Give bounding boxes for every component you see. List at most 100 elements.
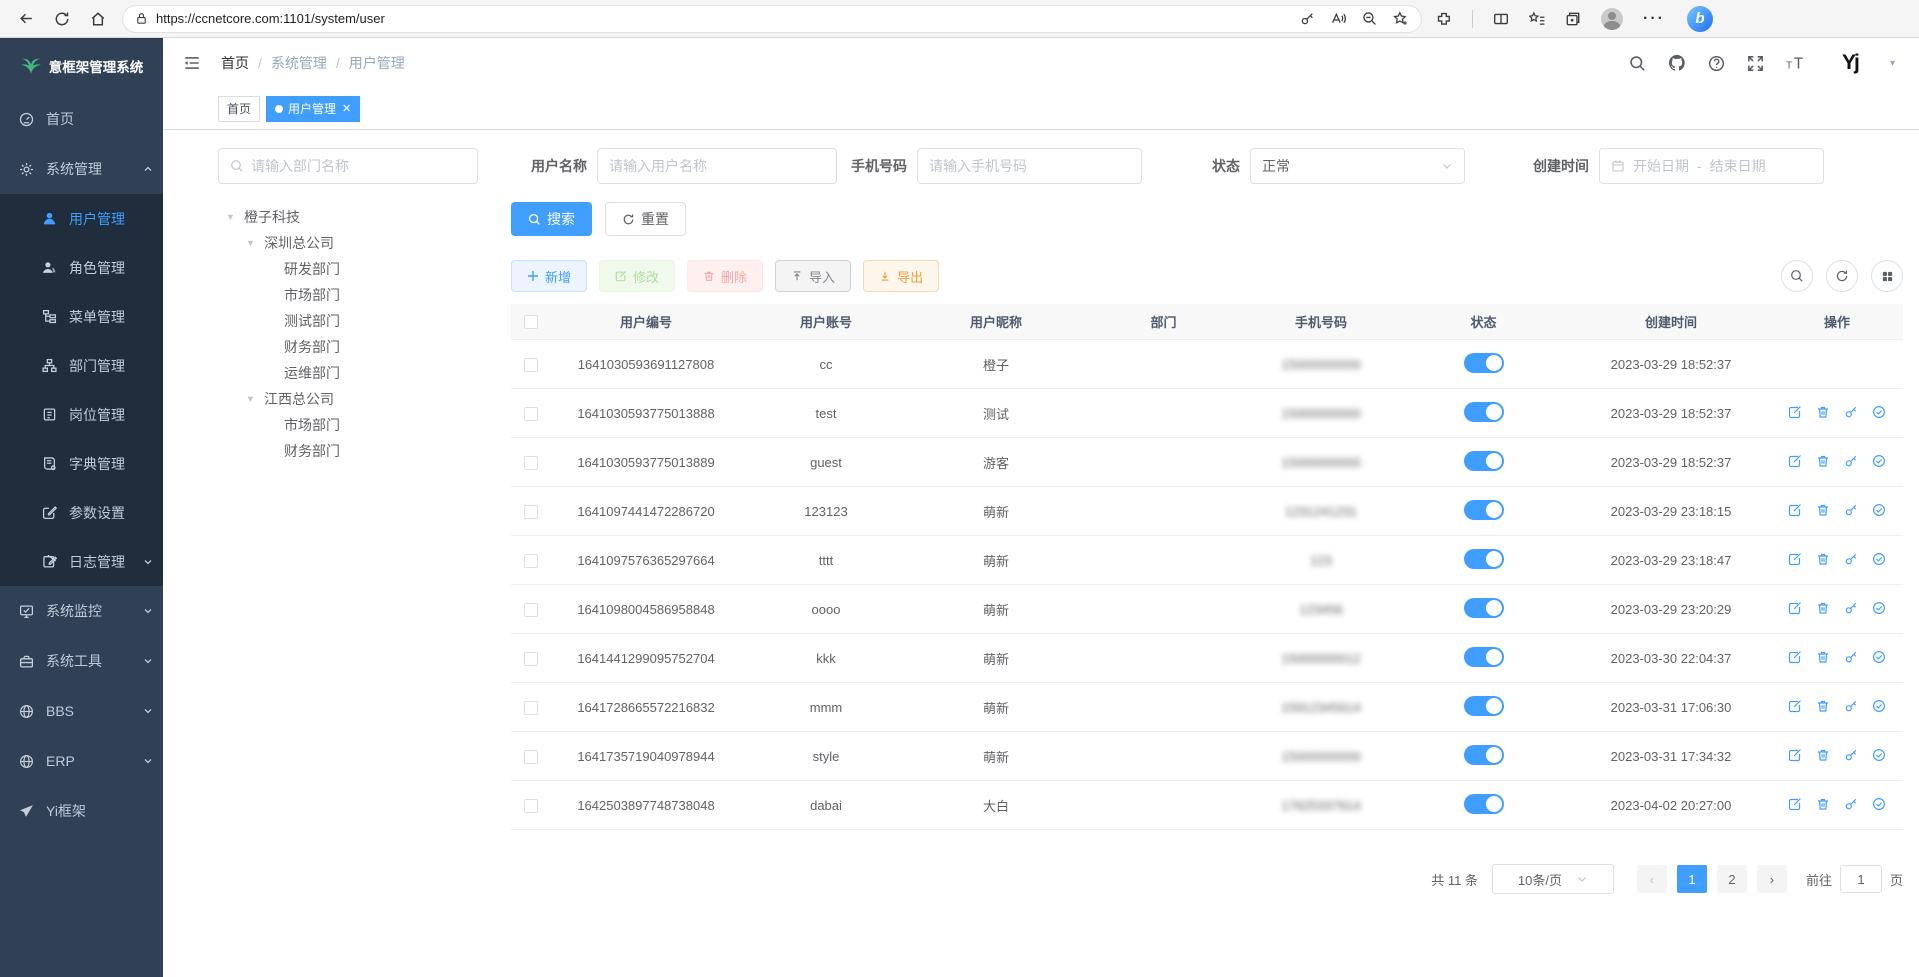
page-button-2[interactable]: 2 (1717, 865, 1747, 893)
sidebar-item-yi-framework[interactable]: Yi框架 (0, 786, 163, 836)
row-checkbox[interactable] (524, 799, 538, 813)
start-date-placeholder[interactable]: 开始日期 (1633, 156, 1689, 176)
row-delete-icon[interactable] (1816, 405, 1830, 419)
table-row[interactable]: 1641097441472286720 123123 萌新 1231241231… (511, 487, 1903, 536)
row-delete-icon[interactable] (1816, 601, 1830, 615)
favorite-star-icon[interactable] (1393, 11, 1409, 27)
page-button-1[interactable]: 1 (1677, 865, 1707, 893)
read-aloud-icon[interactable] (1331, 11, 1346, 26)
add-button[interactable]: 新增 (511, 260, 587, 292)
row-delete-icon[interactable] (1816, 650, 1830, 664)
sidebar-item-log-mgmt[interactable]: 日志管理 (0, 537, 163, 586)
row-checkbox[interactable] (524, 603, 538, 617)
tab-home[interactable]: 首页 (218, 96, 260, 122)
edit-button[interactable]: 修改 (599, 260, 675, 292)
status-toggle[interactable] (1464, 402, 1504, 422)
phone-input[interactable] (929, 158, 1130, 174)
table-row[interactable]: 1641098004586958848 oooo 萌新 123456 2023-… (511, 585, 1903, 634)
row-edit-icon[interactable] (1788, 601, 1802, 615)
end-date-placeholder[interactable]: 结束日期 (1710, 156, 1766, 176)
sidebar-item-param-settings[interactable]: 参数设置 (0, 488, 163, 537)
tree-node[interactable]: ▼ 江西总公司 (218, 386, 478, 412)
delete-button[interactable]: 删除 (687, 260, 763, 292)
row-assign-role-icon[interactable] (1872, 454, 1886, 468)
status-select[interactable]: 正常 (1250, 148, 1465, 184)
extensions-icon[interactable] (1436, 11, 1452, 27)
status-toggle[interactable] (1464, 647, 1504, 667)
status-toggle[interactable] (1464, 794, 1504, 814)
status-toggle[interactable] (1464, 500, 1504, 520)
row-assign-role-icon[interactable] (1872, 699, 1886, 713)
collections-icon[interactable] (1565, 11, 1581, 27)
row-assign-role-icon[interactable] (1872, 797, 1886, 811)
row-delete-icon[interactable] (1816, 699, 1830, 713)
date-range-picker[interactable]: 开始日期 - 结束日期 (1599, 148, 1824, 184)
split-screen-icon[interactable] (1493, 11, 1509, 27)
status-toggle[interactable] (1464, 353, 1504, 373)
sidebar-item-dept-mgmt[interactable]: 部门管理 (0, 341, 163, 390)
prev-page-button[interactable]: ‹ (1637, 865, 1667, 893)
row-edit-icon[interactable] (1788, 552, 1802, 566)
sidebar-item-monitor[interactable]: 系统监控 (0, 586, 163, 636)
browser-back-button[interactable] (11, 4, 41, 34)
row-checkbox[interactable] (524, 750, 538, 764)
sidebar-item-bbs[interactable]: BBS (0, 686, 163, 736)
table-row[interactable]: 1641030593775013889 guest 游客 15000000000… (511, 438, 1903, 487)
table-row[interactable]: 1641097576365297664 tttt 萌新 123 2023-03-… (511, 536, 1903, 585)
row-assign-role-icon[interactable] (1872, 552, 1886, 566)
row-reset-password-icon[interactable] (1844, 699, 1858, 713)
row-edit-icon[interactable] (1788, 699, 1802, 713)
sidebar-item-tools[interactable]: 系统工具 (0, 636, 163, 686)
status-toggle[interactable] (1464, 745, 1504, 765)
row-reset-password-icon[interactable] (1844, 552, 1858, 566)
status-toggle[interactable] (1464, 451, 1504, 471)
row-assign-role-icon[interactable] (1872, 405, 1886, 419)
tree-node[interactable]: ▼ 橙子科技 (218, 204, 478, 230)
row-reset-password-icon[interactable] (1844, 454, 1858, 468)
sidebar-item-erp[interactable]: ERP (0, 736, 163, 786)
row-reset-password-icon[interactable] (1844, 405, 1858, 419)
row-checkbox[interactable] (524, 701, 538, 715)
tree-node[interactable]: ▼ 研发部门 (218, 256, 478, 282)
status-toggle[interactable] (1464, 549, 1504, 569)
import-button[interactable]: 导入 (775, 260, 851, 292)
close-tab-icon[interactable]: ✕ (342, 102, 351, 115)
table-row[interactable]: 1641030593691127808 cc 橙子 15000000000 20… (511, 340, 1903, 389)
row-delete-icon[interactable] (1816, 454, 1830, 468)
browser-home-button[interactable] (83, 4, 113, 34)
row-assign-role-icon[interactable] (1872, 503, 1886, 517)
user-avatar[interactable]: Yj (1834, 47, 1866, 79)
tree-node[interactable]: ▼ 深圳总公司 (218, 230, 478, 256)
row-checkbox[interactable] (524, 456, 538, 470)
reset-button[interactable]: 重置 (605, 202, 686, 236)
next-page-button[interactable]: › (1757, 865, 1787, 893)
breadcrumb-system[interactable]: 系统管理 (271, 53, 327, 73)
row-checkbox[interactable] (524, 358, 538, 372)
sidebar-fold-icon[interactable] (183, 55, 201, 71)
tree-node[interactable]: ▼ 市场部门 (218, 412, 478, 438)
zoom-out-icon[interactable] (1362, 11, 1377, 26)
row-delete-icon[interactable] (1816, 503, 1830, 517)
page-size-select[interactable]: 10条/页 (1492, 864, 1614, 894)
row-assign-role-icon[interactable] (1872, 650, 1886, 664)
row-delete-icon[interactable] (1816, 797, 1830, 811)
row-delete-icon[interactable] (1816, 552, 1830, 566)
table-row[interactable]: 1641735719040978944 style 萌新 15000000000… (511, 732, 1903, 781)
tree-node[interactable]: ▼ 市场部门 (218, 282, 478, 308)
tree-node[interactable]: ▼ 测试部门 (218, 308, 478, 334)
row-assign-role-icon[interactable] (1872, 601, 1886, 615)
sidebar-item-user-mgmt[interactable]: 用户管理 (0, 194, 163, 243)
sidebar-item-home[interactable]: 首页 (0, 94, 163, 144)
sidebar-item-post-mgmt[interactable]: 岗位管理 (0, 390, 163, 439)
tree-node[interactable]: ▼ 运维部门 (218, 360, 478, 386)
row-edit-icon[interactable] (1788, 650, 1802, 664)
row-checkbox[interactable] (524, 554, 538, 568)
table-row[interactable]: 1642503897748738048 dabai 大白 17625337614… (511, 781, 1903, 830)
sidebar-item-system[interactable]: 系统管理 (0, 144, 163, 194)
table-search-toggle-icon[interactable] (1781, 260, 1813, 292)
tab-user-mgmt[interactable]: 用户管理 ✕ (266, 96, 360, 122)
password-key-icon[interactable] (1300, 11, 1315, 26)
sidebar-item-menu-mgmt[interactable]: 菜单管理 (0, 292, 163, 341)
row-edit-icon[interactable] (1788, 797, 1802, 811)
row-checkbox[interactable] (524, 652, 538, 666)
